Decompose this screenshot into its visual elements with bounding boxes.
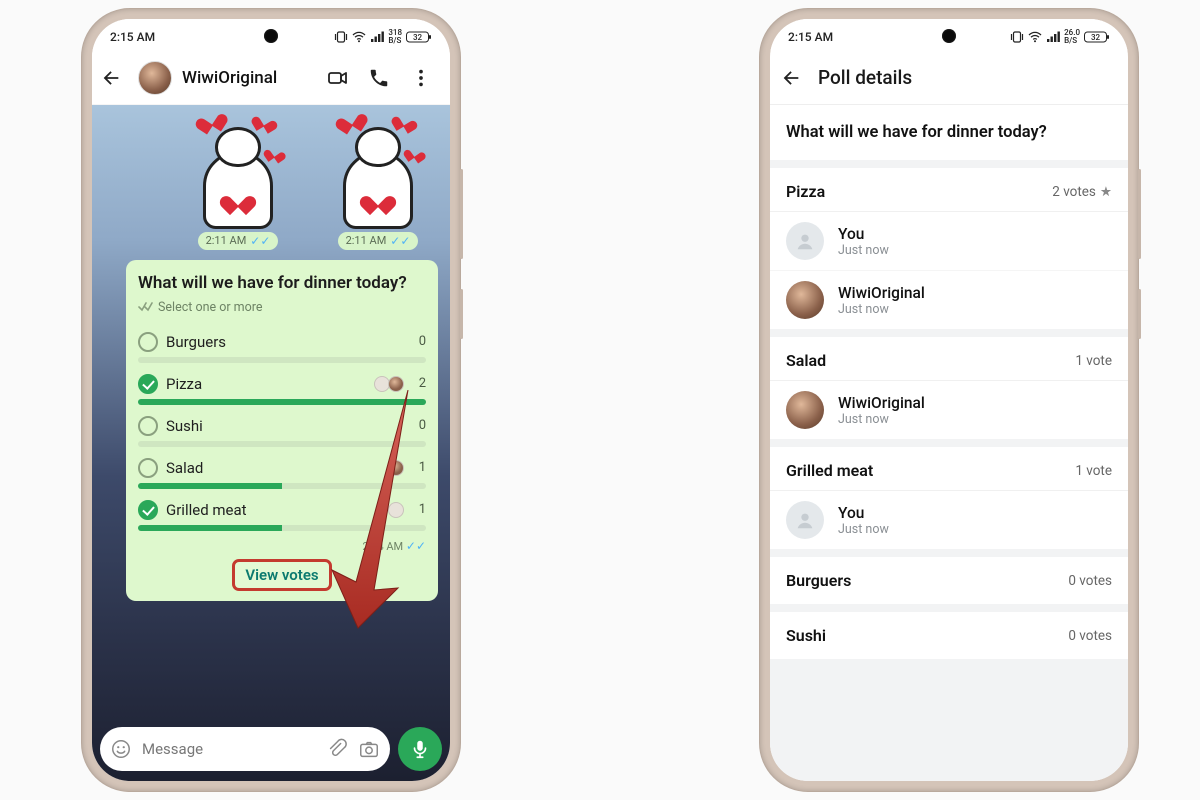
vibrate-icon — [334, 31, 348, 43]
sticker-message[interactable]: 2:11 AM✓✓ — [174, 111, 302, 250]
more-icon[interactable] — [410, 67, 442, 89]
message-input[interactable]: Message — [100, 727, 390, 771]
poll-result-group: Grilled meat1 vote YouJust now — [770, 447, 1128, 557]
voter-row[interactable]: WiwiOriginalJust now — [770, 271, 1128, 329]
camera-icon[interactable] — [358, 738, 380, 760]
mic-button[interactable] — [398, 727, 442, 771]
page-title: Poll details — [818, 66, 912, 89]
poll-time: 2:14 AM — [362, 540, 403, 553]
poll-option[interactable]: Salad1 — [138, 451, 426, 493]
avatar-placeholder-icon — [786, 501, 824, 539]
contact-avatar[interactable] — [138, 61, 172, 95]
radio-unchecked-icon[interactable] — [138, 458, 158, 478]
front-camera — [264, 29, 278, 43]
poll-details-header: Poll details — [770, 51, 1128, 105]
multiselect-icon — [138, 301, 154, 313]
poll-question: What will we have for dinner today? — [770, 105, 1128, 168]
poll-result-group: Salad1 vote WiwiOriginalJust now — [770, 337, 1128, 447]
signal-icon — [1046, 31, 1060, 43]
avatar — [786, 391, 824, 429]
vibrate-icon — [1010, 31, 1024, 43]
radio-unchecked-icon[interactable] — [138, 332, 158, 352]
avatar — [786, 281, 824, 319]
voter-row[interactable]: YouJust now — [770, 491, 1128, 549]
voter-row[interactable]: WiwiOriginalJust now — [770, 381, 1128, 439]
read-ticks-icon: ✓✓ — [406, 539, 426, 553]
voice-call-icon[interactable] — [368, 67, 400, 89]
voter-avatar-icon — [388, 502, 404, 518]
poll-option[interactable]: Burguers0 — [138, 325, 426, 367]
battery-icon: 32 — [406, 31, 432, 43]
poll-message: What will we have for dinner today? Sele… — [126, 260, 438, 601]
volume-button — [460, 169, 463, 259]
volume-button — [1138, 169, 1141, 259]
status-speed: 26.0B/S — [1064, 29, 1080, 45]
poll-option[interactable]: Sushi0 — [138, 409, 426, 451]
svg-text:32: 32 — [413, 33, 423, 42]
poll-question: What will we have for dinner today? — [138, 272, 426, 294]
status-time: 2:15 AM — [788, 30, 833, 44]
read-ticks-icon: ✓✓ — [250, 234, 270, 248]
voter-avatar-icon — [388, 376, 404, 392]
front-camera — [942, 29, 956, 43]
view-votes-button[interactable]: View votes — [232, 559, 331, 591]
poll-option[interactable]: Pizza2 — [138, 367, 426, 409]
radio-checked-icon[interactable] — [138, 374, 158, 394]
radio-unchecked-icon[interactable] — [138, 416, 158, 436]
poll-hint: Select one or more — [158, 300, 263, 315]
star-icon: ★ — [1100, 184, 1112, 200]
back-icon[interactable] — [100, 67, 128, 89]
phone-frame-left: 2:15 AM 318B/S 32 WiwiOriginal — [82, 9, 460, 791]
voter-avatar-icon — [388, 460, 404, 476]
message-placeholder: Message — [142, 740, 316, 758]
poll-result-group: Burguers0 votes — [770, 557, 1128, 612]
read-ticks-icon: ✓✓ — [390, 234, 410, 248]
attach-icon[interactable] — [326, 738, 348, 760]
chat-header: WiwiOriginal — [92, 51, 450, 105]
message-time: 2:11 AM — [346, 234, 387, 247]
signal-icon — [370, 31, 384, 43]
avatar-placeholder-icon — [786, 222, 824, 260]
poll-result-group: Pizza2 votes★ YouJust now WiwiOriginalJu… — [770, 168, 1128, 337]
video-call-icon[interactable] — [326, 66, 358, 90]
wifi-icon — [1028, 31, 1042, 43]
wifi-icon — [352, 31, 366, 43]
voter-row[interactable]: YouJust now — [770, 212, 1128, 271]
emoji-icon[interactable] — [110, 738, 132, 760]
message-time: 2:11 AM — [206, 234, 247, 247]
status-speed: 318B/S — [388, 29, 402, 45]
status-time: 2:15 AM — [110, 30, 155, 44]
power-button — [460, 289, 463, 339]
sticker-message[interactable]: 2:11 AM✓✓ — [314, 111, 442, 250]
back-icon[interactable] — [780, 67, 802, 89]
contact-name[interactable]: WiwiOriginal — [182, 68, 316, 88]
radio-checked-icon[interactable] — [138, 500, 158, 520]
battery-icon: 32 — [1084, 31, 1110, 43]
phone-frame-right: 2:15 AM 26.0B/S 32 Poll details What wil… — [760, 9, 1138, 791]
poll-option[interactable]: Grilled meat1 — [138, 493, 426, 535]
svg-text:32: 32 — [1091, 33, 1101, 42]
power-button — [1138, 289, 1141, 339]
poll-result-group: Sushi0 votes — [770, 612, 1128, 659]
